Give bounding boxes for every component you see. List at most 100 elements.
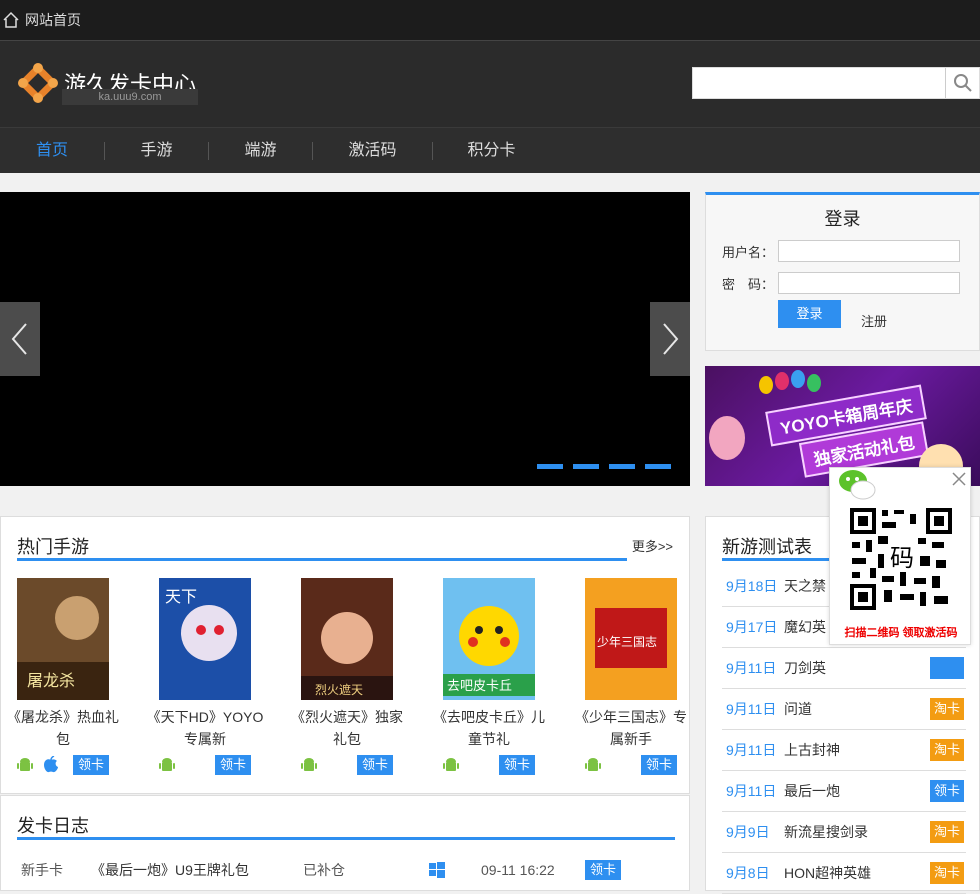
wechat-qr-popup: 码 扫描二维码 领取激活码 <box>829 467 971 645</box>
game-card: 烈火遮天 《烈火遮天》独家礼包 领卡 <box>291 578 403 775</box>
top-bar: 网站首页 <box>0 0 980 40</box>
game-cover[interactable]: 少年三国志 <box>585 578 677 700</box>
list-item[interactable]: 9月11日 上古封神 淘卡 <box>722 730 966 771</box>
tao-card-button[interactable]: 淘卡 <box>930 739 964 761</box>
list-item[interactable]: 9月11日 最后一炮 领卡 <box>722 771 966 812</box>
hero-slider[interactable] <box>0 192 690 486</box>
android-icon <box>585 758 601 771</box>
list-item[interactable]: 9月11日 刀剑英 <box>722 648 966 689</box>
list-item[interactable]: 9月8日 HON超神英雄 淘卡 <box>722 853 966 894</box>
section-title: 发卡日志 <box>17 816 89 836</box>
tao-card-button[interactable]: 淘卡 <box>930 821 964 843</box>
more-link[interactable]: 更多>> <box>632 536 673 555</box>
game-name[interactable]: 刀剑英 <box>784 658 930 678</box>
log-get-card-button[interactable]: 领卡 <box>585 860 621 880</box>
qr-center-label: 码 <box>890 544 914 572</box>
get-card-button[interactable]: 领卡 <box>499 755 535 775</box>
close-icon[interactable] <box>950 470 968 488</box>
get-card-button[interactable]: 领卡 <box>215 755 251 775</box>
game-name[interactable]: 问道 <box>784 699 930 719</box>
cover-title: 屠龙杀 <box>27 671 75 690</box>
game-actions: 领卡 <box>443 755 535 775</box>
list-item[interactable]: 9月9日 新流星搜剑录 淘卡 <box>722 812 966 853</box>
password-input[interactable] <box>778 272 961 294</box>
game-cover[interactable]: 去吧皮卡丘 <box>443 578 535 700</box>
game-name[interactable]: 上古封神 <box>784 740 930 760</box>
nav-item-pc[interactable]: 端游 <box>209 128 312 174</box>
get-card-button[interactable]: 领卡 <box>930 780 964 802</box>
balloon <box>775 372 789 390</box>
nav-item-activation[interactable]: 激活码 <box>313 128 432 174</box>
game-actions: 领卡 <box>301 755 393 775</box>
home-icon <box>3 11 19 28</box>
section-title: 新游测试表 <box>722 537 812 557</box>
android-icon <box>159 758 175 771</box>
row-tag[interactable] <box>930 657 964 679</box>
username-input[interactable] <box>778 240 961 262</box>
cover-title: 少年三国志 <box>597 635 657 649</box>
site-logo[interactable]: 游久发卡中心 ka.uuu9.com <box>16 61 198 105</box>
game-cover[interactable]: 烈火遮天 <box>301 578 393 700</box>
cover-title: 去吧皮卡丘 <box>447 679 512 694</box>
test-date: 9月11日 <box>726 742 777 758</box>
game-actions: 领卡 <box>17 755 109 775</box>
get-card-button[interactable]: 领卡 <box>73 755 109 775</box>
get-card-button[interactable]: 领卡 <box>357 755 393 775</box>
slider-dot[interactable] <box>573 464 599 469</box>
search-button[interactable] <box>945 68 979 98</box>
hot-air-balloon <box>709 416 745 460</box>
nav-item-points[interactable]: 积分卡 <box>433 128 550 174</box>
game-name[interactable]: HON超神英雄 <box>784 863 930 883</box>
slider-dot[interactable] <box>537 464 563 469</box>
slider-dots <box>537 464 671 469</box>
tao-card-button[interactable]: 淘卡 <box>930 862 964 884</box>
game-name[interactable]: 《天下HD》YOYO专属新 <box>143 706 267 750</box>
game-name[interactable]: 《屠龙杀》热血礼包 <box>1 706 125 750</box>
game-name[interactable]: 新流星搜剑录 <box>784 822 930 842</box>
test-date: 9月18日 <box>726 578 778 594</box>
list-item[interactable]: 9月11日 问道 淘卡 <box>722 689 966 730</box>
search-icon <box>953 74 972 92</box>
game-name[interactable]: 《去吧皮卡丘》儿童节礼 <box>427 706 551 750</box>
qr-caption: 扫描二维码 领取激活码 <box>844 627 958 639</box>
log-name[interactable]: 《最后一炮》U9王牌礼包 <box>91 860 303 880</box>
apple-icon <box>44 756 58 773</box>
game-card: 天下 《天下HD》YOYO专属新 领卡 <box>147 578 263 775</box>
game-name[interactable]: 《烈火遮天》独家礼包 <box>285 706 409 750</box>
game-card: 去吧皮卡丘 《去吧皮卡丘》儿童节礼 领卡 <box>433 578 545 775</box>
logo-domain: ka.uuu9.com <box>62 89 198 105</box>
username-label: 用户名： <box>722 244 775 260</box>
get-card-button[interactable]: 领卡 <box>641 755 677 775</box>
game-name[interactable]: 最后一炮 <box>784 781 930 801</box>
test-date: 9月17日 <box>726 619 778 635</box>
game-cover[interactable]: 屠龙杀 <box>17 578 109 700</box>
chevron-right-icon <box>663 323 679 355</box>
home-label: 网站首页 <box>25 12 81 28</box>
game-card: 屠龙杀 《屠龙杀》热血礼包 领卡 <box>7 578 119 775</box>
tao-card-button[interactable]: 淘卡 <box>930 698 964 720</box>
slider-next-button[interactable] <box>650 302 690 376</box>
username-row: 用户名： <box>722 240 961 262</box>
home-link[interactable]: 网站首页 <box>2 10 81 30</box>
register-link[interactable]: 注册 <box>861 311 887 330</box>
wechat-icon <box>839 470 876 500</box>
slider-prev-button[interactable] <box>0 302 40 376</box>
hot-mobile-games: 热门手游 更多>> 屠龙杀 《屠龙杀》热血礼包 领卡 天下 《天下HD》YOYO… <box>0 516 690 794</box>
slider-dot[interactable] <box>609 464 635 469</box>
android-icon <box>17 758 33 771</box>
chevron-left-icon <box>11 323 27 355</box>
nav-item-mobile[interactable]: 手游 <box>105 128 208 174</box>
search-input[interactable] <box>693 68 945 98</box>
log-time: 09-11 16:22 <box>481 862 555 878</box>
game-name[interactable]: 《少年三国志》专属新手 <box>569 706 693 750</box>
game-cover[interactable]: 天下 <box>159 578 251 700</box>
log-status: 已补仓 <box>303 862 345 878</box>
login-title: 登录 <box>824 209 861 229</box>
game-actions: 领卡 <box>159 755 251 775</box>
password-label: 密 码： <box>722 276 775 292</box>
nav-item-home[interactable]: 首页 <box>0 128 104 174</box>
login-button[interactable]: 登录 <box>778 300 841 328</box>
android-icon <box>301 758 317 771</box>
section-title: 热门手游 <box>17 537 89 557</box>
slider-dot[interactable] <box>645 464 671 469</box>
